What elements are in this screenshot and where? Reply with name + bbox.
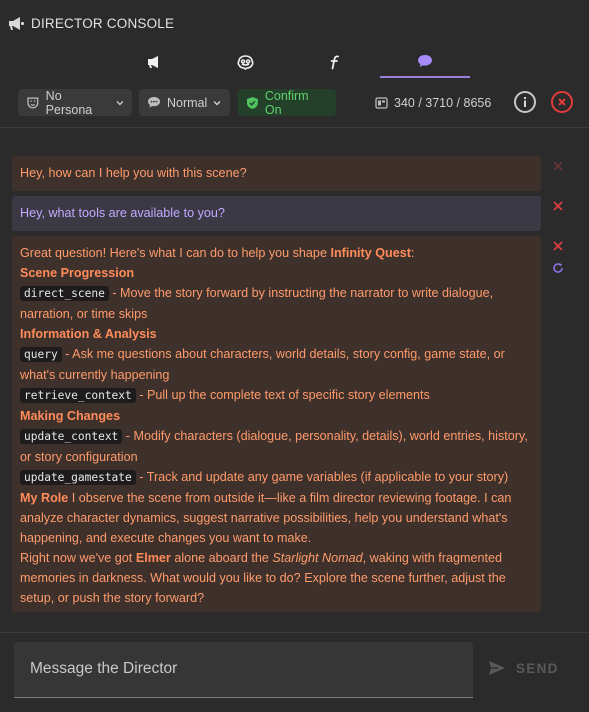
text: : <box>410 246 415 260</box>
token-counter: 340 / 3710 / 8656 <box>375 89 491 116</box>
token-count: 340 / 3710 / 8656 <box>394 95 492 110</box>
megaphone-icon <box>9 16 24 30</box>
tool-item: retrieve_context - Pull up the complete … <box>20 385 533 406</box>
console-header: DIRECTOR CONSOLE No Persona Normal Confi… <box>0 0 589 128</box>
memory-icon <box>375 96 388 109</box>
console-title: DIRECTOR CONSOLE <box>31 15 175 31</box>
chevron-down-icon <box>116 100 124 105</box>
tool-name: query <box>20 347 62 362</box>
paragraph: My Role I observe the scene from outside… <box>20 488 533 548</box>
shield-check-icon <box>246 96 258 109</box>
section-heading: Information & Analysis <box>20 327 157 341</box>
chat-dots-icon <box>148 97 160 108</box>
tool-item: query - Ask me questions about character… <box>20 344 533 385</box>
tab-bar <box>110 46 470 80</box>
send-label: SEND <box>516 660 559 676</box>
close-icon <box>558 98 566 106</box>
chevron-down-icon <box>213 100 221 105</box>
close-console-button[interactable] <box>551 91 573 113</box>
mode-select[interactable]: Normal <box>139 89 230 116</box>
megaphone-icon <box>148 56 158 68</box>
director-message: Great question! Here's what I can do to … <box>12 236 541 612</box>
persona-label: No Persona <box>45 88 93 117</box>
regenerate-icon[interactable] <box>552 262 564 274</box>
tool-description: - Pull up the complete text of specific … <box>135 388 430 402</box>
section-heading: Making Changes <box>20 409 121 423</box>
tool-description: - Ask me questions about characters, wor… <box>20 347 505 382</box>
tool-item: direct_scene - Move the story forward by… <box>20 283 533 324</box>
text: Right now we've got <box>20 551 136 565</box>
section-heading: Scene Progression <box>20 266 135 280</box>
paragraph: Great question! Here's what I can do to … <box>20 243 533 263</box>
tab-brain[interactable] <box>200 46 290 78</box>
chat-bubble-icon <box>418 55 432 67</box>
character-name: Elmer <box>135 551 171 565</box>
delete-message-icon[interactable] <box>552 200 564 212</box>
user-message: Hey, what tools are available to you? <box>12 196 541 231</box>
toolbar: No Persona Normal Confirm On 340 / 3710 … <box>18 88 578 117</box>
brain-icon <box>236 54 254 70</box>
confirm-toggle[interactable]: Confirm On <box>238 88 336 117</box>
director-message: Hey, how can I help you with this scene? <box>12 156 541 191</box>
tool-item: update_gamestate - Track and update any … <box>20 467 533 488</box>
message-input[interactable]: Message the Director <box>14 642 473 698</box>
message-placeholder: Message the Director <box>30 660 178 677</box>
tab-chat[interactable] <box>380 46 470 78</box>
title-bar: DIRECTOR CONSOLE <box>8 14 174 32</box>
tab-narrator[interactable] <box>110 46 200 78</box>
text: Great question! Here's what I can do to … <box>20 246 331 260</box>
role-label: My Role <box>20 491 69 505</box>
text: alone aboard the <box>170 551 273 565</box>
send-button[interactable]: SEND <box>488 660 559 676</box>
function-icon <box>330 54 339 69</box>
tool-name: retrieve_context <box>20 388 136 403</box>
info-button[interactable] <box>514 91 536 113</box>
tool-item: update_context - Modify characters (dial… <box>20 426 533 467</box>
confirm-label: Confirm On <box>264 88 309 117</box>
delete-message-icon[interactable] <box>552 160 564 172</box>
text: I observe the scene from outside it—like… <box>20 491 512 545</box>
info-icon <box>524 97 526 107</box>
ship-name: Starlight Nomad <box>272 551 363 565</box>
delete-message-icon[interactable] <box>552 240 564 252</box>
persona-select[interactable]: No Persona <box>18 88 132 117</box>
paragraph: Right now we've got Elmer alone aboard t… <box>20 548 533 608</box>
send-icon <box>489 661 505 675</box>
mode-label: Normal <box>167 95 208 110</box>
story-name: Infinity Quest <box>330 246 411 260</box>
composer: Message the Director SEND <box>0 632 589 712</box>
mask-icon <box>27 96 39 109</box>
tool-name: update_gamestate <box>20 470 136 485</box>
tool-name: update_context <box>20 429 123 444</box>
tab-functions[interactable] <box>290 46 380 78</box>
message-text: Hey, how can I help you with this scene? <box>20 166 247 180</box>
tool-name: direct_scene <box>20 286 109 301</box>
message-text: Hey, what tools are available to you? <box>20 206 225 220</box>
tool-description: - Track and update any game variables (i… <box>135 470 509 484</box>
